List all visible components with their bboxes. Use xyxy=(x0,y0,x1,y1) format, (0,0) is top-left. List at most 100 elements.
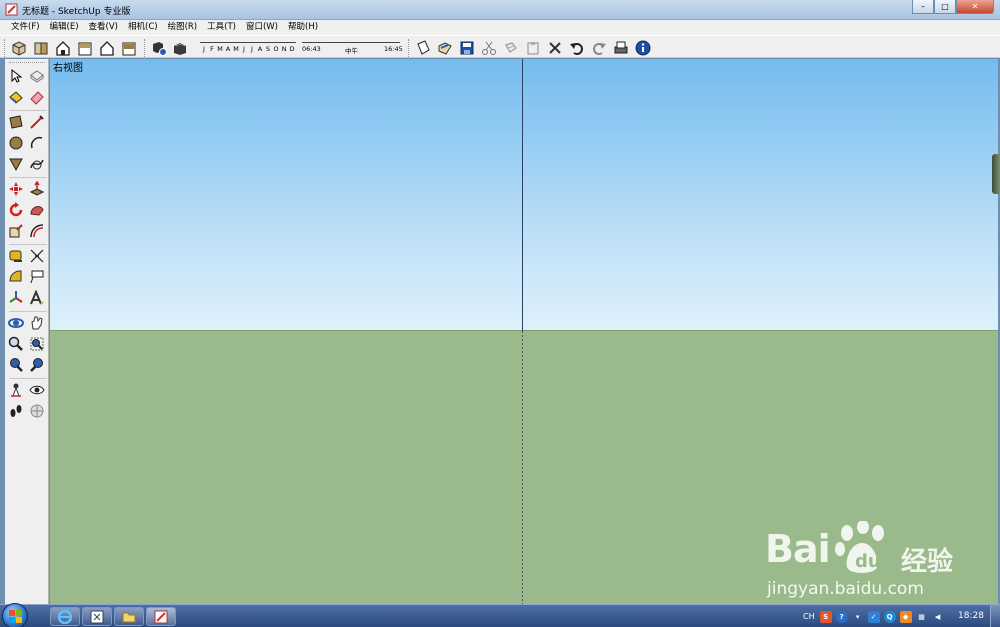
palette-grip[interactable] xyxy=(9,62,45,65)
polygon-tool[interactable] xyxy=(7,155,25,173)
cut-button[interactable] xyxy=(479,38,499,57)
cut-icon xyxy=(482,41,496,55)
pan-tool[interactable] xyxy=(28,314,46,332)
sogou-input-icon[interactable]: S xyxy=(819,610,832,623)
menu-draw[interactable]: 绘图(R) xyxy=(163,20,203,35)
toolbar-grip[interactable] xyxy=(408,38,411,57)
menu-view[interactable]: 查看(V) xyxy=(84,20,123,35)
select-tool[interactable] xyxy=(7,67,25,85)
input-language[interactable]: CH xyxy=(803,612,815,621)
zoom-window-icon xyxy=(30,337,44,351)
clock[interactable]: 18:28 xyxy=(958,611,984,621)
zoom-tool[interactable] xyxy=(7,335,25,353)
print-button[interactable] xyxy=(611,38,631,57)
eraser-tool[interactable] xyxy=(28,88,46,106)
top-view-button[interactable] xyxy=(31,38,51,57)
paint-bucket-tool[interactable] xyxy=(7,88,25,106)
move-tool[interactable] xyxy=(7,180,25,198)
view-label: 右视图 xyxy=(53,63,83,74)
security-shield-icon[interactable]: ✓ xyxy=(867,610,880,623)
taskbar-sketchup-button[interactable] xyxy=(146,607,176,626)
rotate-tool[interactable] xyxy=(7,201,25,219)
position-camera-tool[interactable] xyxy=(7,381,25,399)
open-file-button[interactable] xyxy=(435,38,455,57)
month-scale[interactable]: J F M A M J J A S O N D xyxy=(200,45,296,53)
menu-camera[interactable]: 相机(C) xyxy=(123,20,163,35)
right-view-button[interactable] xyxy=(75,38,95,57)
iso-view-button[interactable] xyxy=(9,38,29,57)
scale-tool[interactable] xyxy=(7,222,25,240)
orbit-tool[interactable] xyxy=(7,314,25,332)
shadow-settings-button[interactable] xyxy=(149,38,169,57)
3d-text-tool[interactable] xyxy=(28,289,46,307)
follow-me-tool[interactable] xyxy=(28,201,46,219)
protractor-tool[interactable] xyxy=(7,268,25,286)
qq-icon[interactable]: Q xyxy=(883,610,896,623)
taskbar-ie-button[interactable] xyxy=(50,607,80,626)
close-button[interactable]: ✕ xyxy=(956,0,994,14)
menu-file[interactable]: 文件(F) xyxy=(6,20,45,35)
menu-help[interactable]: 帮助(H) xyxy=(283,20,323,35)
look-around-tool[interactable] xyxy=(28,381,46,399)
volume-icon[interactable]: ◀ xyxy=(932,611,944,623)
print-icon xyxy=(614,41,628,53)
time-slider-track[interactable] xyxy=(302,42,400,43)
redo-icon xyxy=(593,42,606,55)
left-view-button[interactable] xyxy=(119,38,139,57)
new-file-button[interactable] xyxy=(413,38,433,57)
tray-expand-icon[interactable]: ▾ xyxy=(852,611,864,623)
show-desktop-button[interactable] xyxy=(990,605,1000,627)
freehand-tool[interactable] xyxy=(28,155,46,173)
shadow-toggle-icon xyxy=(174,42,186,55)
undo-button[interactable] xyxy=(567,38,587,57)
circle-tool[interactable] xyxy=(7,134,25,152)
month-label: N xyxy=(281,45,287,53)
start-button[interactable] xyxy=(2,603,28,627)
tape-measure-tool[interactable] xyxy=(7,247,25,265)
zoom-window-tool[interactable] xyxy=(28,335,46,353)
back-view-button[interactable] xyxy=(97,38,117,57)
section-plane-tool[interactable] xyxy=(28,402,46,420)
axes-tool[interactable] xyxy=(7,289,25,307)
make-component-tool[interactable] xyxy=(28,67,46,85)
maximize-button[interactable]: □ xyxy=(934,0,956,14)
month-label: M xyxy=(217,45,223,53)
move-icon xyxy=(9,182,23,196)
rectangle-tool[interactable] xyxy=(7,113,25,131)
blue-axis xyxy=(522,59,523,331)
redo-button[interactable] xyxy=(589,38,609,57)
close-icon: ✕ xyxy=(971,2,979,11)
toolbar-grip[interactable] xyxy=(144,38,147,57)
line-tool[interactable] xyxy=(28,113,46,131)
zoom-extents-tool[interactable] xyxy=(7,356,25,374)
menu-tools[interactable]: 工具(T) xyxy=(202,20,241,35)
push-pull-tool[interactable] xyxy=(28,180,46,198)
offset-tool[interactable] xyxy=(28,222,46,240)
sketchup-app-icon[interactable] xyxy=(5,3,18,16)
menu-window[interactable]: 窗口(W) xyxy=(241,20,283,35)
tray-app-icon[interactable]: ◆ xyxy=(899,610,912,623)
toolbar-grip[interactable] xyxy=(4,38,7,57)
front-view-button[interactable] xyxy=(53,38,73,57)
taskbar-explorer-button[interactable] xyxy=(114,607,144,626)
erase-button[interactable] xyxy=(545,38,565,57)
walk-tool[interactable] xyxy=(7,402,25,420)
text-tool[interactable] xyxy=(28,268,46,286)
help-icon[interactable]: ? xyxy=(835,610,848,623)
copy-button[interactable] xyxy=(501,38,521,57)
model-info-button[interactable] xyxy=(633,38,653,57)
minimize-button[interactable]: – xyxy=(912,0,934,14)
previous-view-tool[interactable] xyxy=(28,356,46,374)
dimension-tool[interactable] xyxy=(28,247,46,265)
network-icon[interactable]: ▦ xyxy=(916,611,928,623)
taskbar-app-button[interactable] xyxy=(82,607,112,626)
menu-edit[interactable]: 编辑(E) xyxy=(45,20,84,35)
date-slider-track[interactable] xyxy=(200,42,296,43)
paste-button[interactable] xyxy=(523,38,543,57)
side-panel-handle[interactable] xyxy=(992,154,1000,194)
shadows-toolbar xyxy=(144,38,193,57)
month-label: J xyxy=(243,45,245,53)
shadow-toggle-button[interactable] xyxy=(171,38,191,57)
arc-tool[interactable] xyxy=(28,134,46,152)
save-button[interactable] xyxy=(457,38,477,57)
